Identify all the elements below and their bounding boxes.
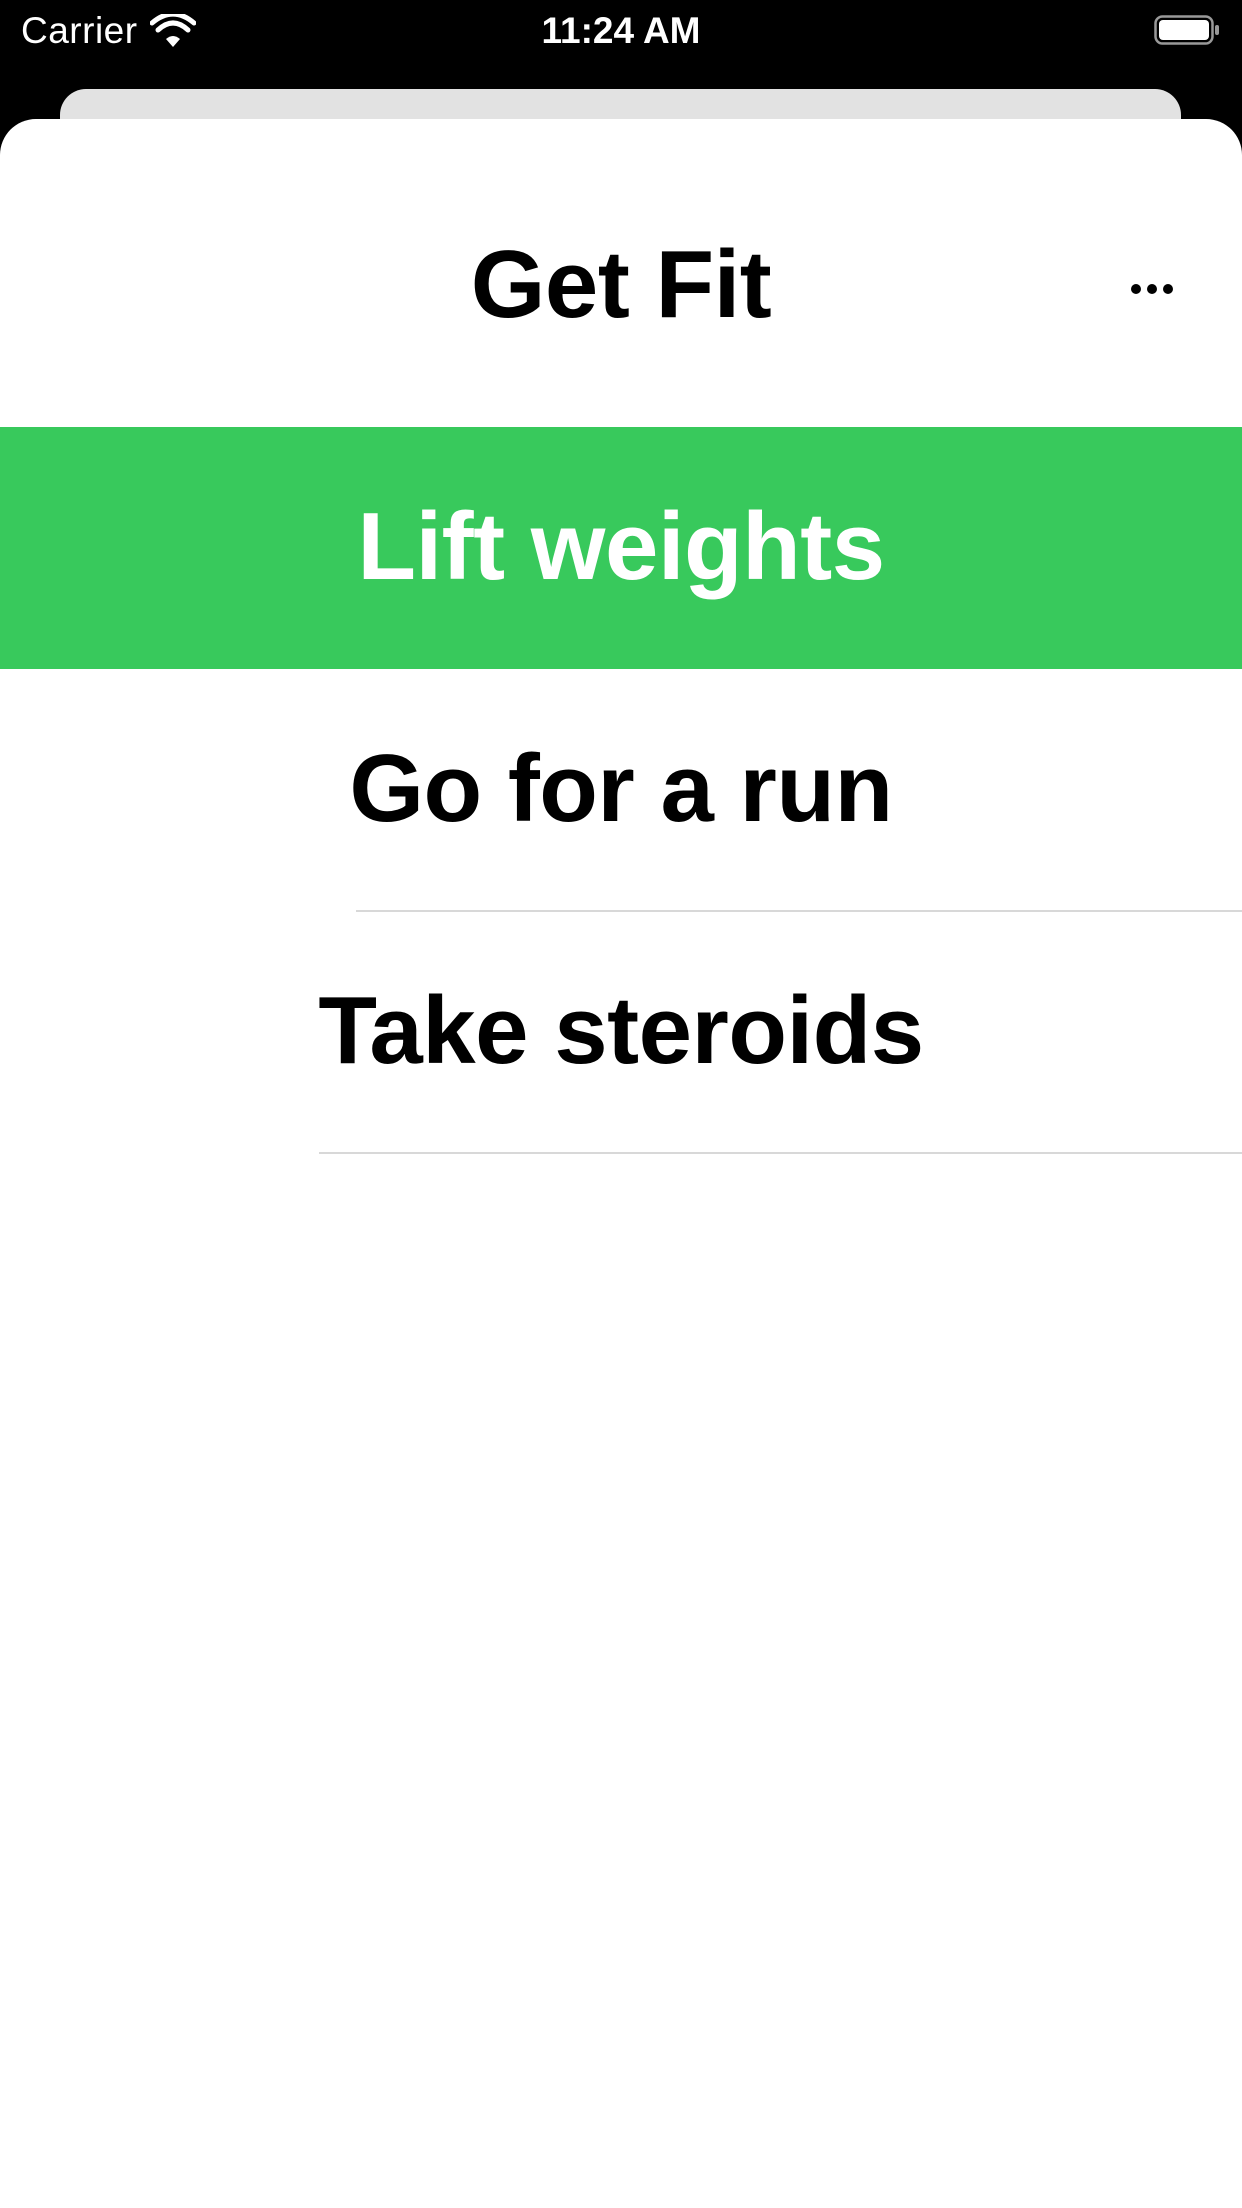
row-separator: [319, 1152, 1242, 1154]
page-title: Get Fit: [470, 231, 772, 338]
list-item-lift-weights[interactable]: Lift weights: [0, 427, 1242, 669]
list-item-label: Take steroids: [318, 977, 924, 1084]
battery-full-icon: [1154, 15, 1219, 45]
list-item-go-for-a-run[interactable]: Go for a run: [0, 669, 1242, 911]
list-item-label: Go for a run: [349, 735, 893, 842]
modal-sheet: Get Fit Lift weights Go for a run Take s…: [0, 119, 1242, 2208]
list-item-label: Lift weights: [357, 493, 885, 600]
list-item-take-steroids[interactable]: Take steroids: [0, 911, 1242, 1153]
more-options-button[interactable]: [1122, 259, 1182, 315]
status-bar: Carrier 11:24 AM: [0, 0, 1242, 62]
status-time: 11:24 AM: [541, 10, 701, 51]
